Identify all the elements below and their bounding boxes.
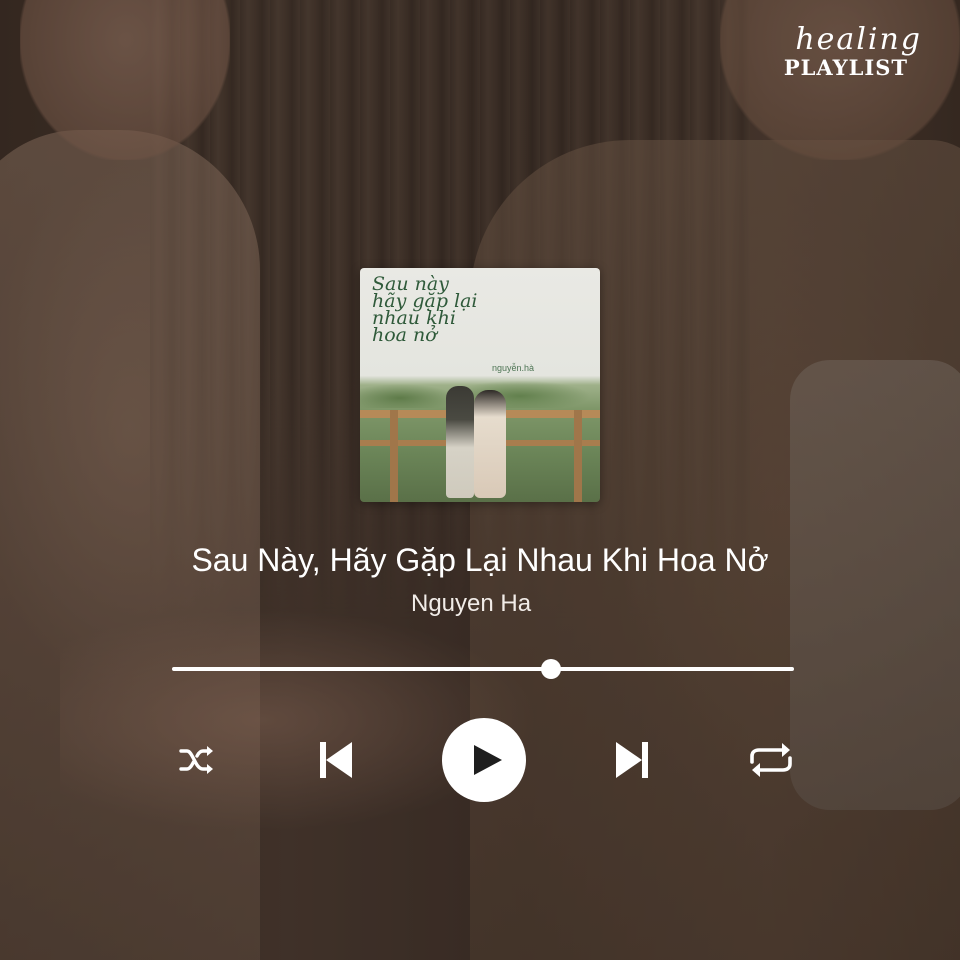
album-bridge-post — [574, 410, 582, 502]
skip-next-icon — [616, 742, 648, 778]
previous-button[interactable] — [318, 740, 354, 780]
brand-logo: healing PLAYLIST — [762, 24, 932, 80]
brand-script: healing — [795, 22, 922, 57]
song-title: Sau Này, Hãy Gặp Lại Nhau Khi Hoa Nở — [191, 542, 769, 578]
album-person — [446, 386, 474, 498]
shuffle-button[interactable] — [178, 744, 214, 776]
progress-thumb[interactable] — [541, 659, 562, 679]
repeat-icon — [750, 743, 792, 777]
progress-track[interactable] — [172, 667, 794, 671]
skip-previous-icon — [320, 742, 352, 778]
song-artist: Nguyen Ha — [411, 590, 532, 617]
brand-caps: PLAYLIST — [783, 55, 908, 80]
play-icon — [474, 745, 502, 775]
player-screen: healing PLAYLIST Sau này hãy gặp lại nha… — [0, 0, 960, 960]
shuffle-icon — [179, 746, 213, 774]
play-button[interactable] — [442, 718, 526, 802]
progress-bar[interactable] — [172, 659, 794, 679]
repeat-button[interactable] — [748, 740, 794, 780]
next-button[interactable] — [614, 740, 650, 780]
album-cover-title-line: hoa nở — [372, 324, 437, 346]
album-cover-artist: nguyễn.hà — [492, 363, 535, 373]
album-bridge-post — [390, 410, 398, 502]
album-cover-title: Sau này hãy gặp lại nhau khi hoa nở — [372, 275, 522, 346]
album-art: Sau này hãy gặp lại nhau khi hoa nở nguy… — [360, 268, 600, 502]
album-person — [474, 390, 506, 498]
